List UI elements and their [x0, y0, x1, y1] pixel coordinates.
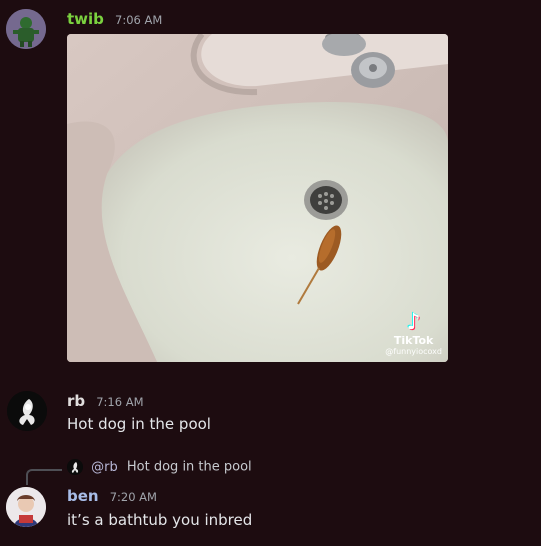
reply-reference[interactable]: @rb Hot dog in the pool	[67, 459, 252, 475]
tiktok-brand: TikTok	[393, 334, 434, 347]
reply-preview-text[interactable]: Hot dog in the pool	[127, 460, 252, 475]
tiktok-icon: ♪	[406, 310, 421, 335]
username[interactable]: ben	[67, 487, 99, 505]
avatar[interactable]	[6, 9, 46, 49]
username[interactable]: twib	[67, 10, 104, 28]
reply-mention[interactable]: @rb	[91, 460, 118, 475]
timestamp: 7:16 AM	[96, 395, 144, 409]
video-attachment[interactable]: ♪ TikTok @funnyiocoxd	[67, 34, 448, 362]
reply-connector	[26, 469, 62, 485]
avatar[interactable]	[7, 391, 47, 431]
message-twib: twib 7:06 AM ♪ TikTok @funnyiocoxd	[0, 0, 541, 380]
username[interactable]: rb	[67, 392, 85, 410]
message-rb: rb 7:16 AM Hot dog in the pool	[0, 385, 541, 445]
timestamp: 7:20 AM	[109, 490, 157, 504]
message-text: it’s a bathtub you inbred	[67, 511, 253, 529]
reply-avatar	[67, 459, 83, 475]
message-ben: @rb Hot dog in the pool ben 7:20 AM it’s…	[0, 455, 541, 545]
timestamp: 7:06 AM	[115, 13, 163, 27]
tiktok-handle: @funnyiocoxd	[385, 347, 442, 356]
message-text: Hot dog in the pool	[67, 415, 211, 433]
avatar[interactable]	[6, 487, 46, 527]
tiktok-watermark: ♪ TikTok @funnyiocoxd	[385, 310, 442, 357]
